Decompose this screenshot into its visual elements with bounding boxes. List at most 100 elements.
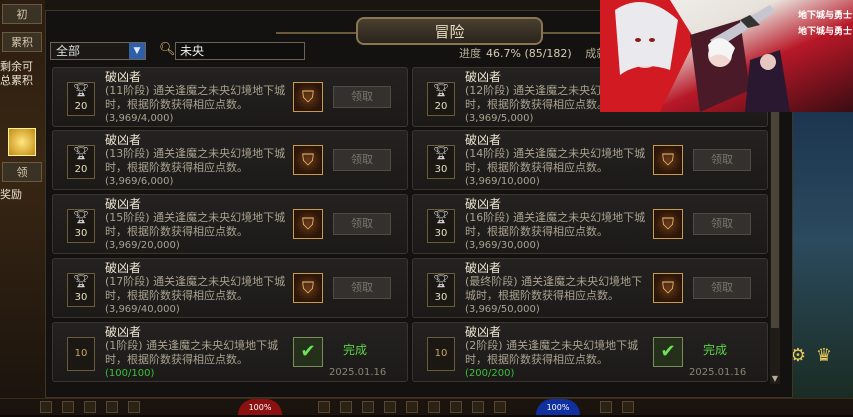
achievement-progress: (3,969/40,000): [105, 304, 180, 315]
achievement-name: 破凶者: [465, 325, 502, 339]
achievement-progress: (3,969/20,000): [105, 240, 180, 251]
achievement-description: (15阶段) 通关逢魔之未央幻境地下城时，根据阶数获得相应点数。: [105, 211, 286, 238]
claim-button[interactable]: 领取: [333, 213, 391, 235]
points-value: 30: [74, 228, 88, 239]
svg-text:地下城与勇士: 地下城与勇士: [798, 9, 852, 21]
left-tab-2[interactable]: 累积: [2, 32, 42, 52]
check-icon: ✔: [293, 337, 323, 367]
achievement-progress: (100/100): [105, 368, 155, 379]
points-badge: 10: [427, 337, 455, 371]
skill-slot[interactable]: [362, 401, 374, 413]
left-tab-1[interactable]: 初: [2, 4, 42, 24]
hotbar-slot[interactable]: [40, 401, 52, 413]
achievement-card: 🏆︎ 30 破凶者 (最终阶段) 通关逢魔之未央幻境地下城时，根据阶数获得相应点数。 (…: [412, 258, 768, 318]
completed-status: 完成: [343, 343, 368, 357]
achievement-description: (最终阶段) 通关逢魔之未央幻境地下城时，根据阶数获得相应点数。: [465, 275, 643, 302]
completion-date: 2025.01.16: [689, 367, 747, 378]
points-badge: 🏆︎ 30: [427, 145, 455, 179]
top-bar: [45, 0, 600, 10]
category-select[interactable]: 全部 ▼: [50, 42, 146, 60]
achievement-name: 破凶者: [105, 70, 142, 84]
reward-box-icon[interactable]: ⛉: [293, 273, 323, 303]
claim-button[interactable]: 领取: [333, 277, 391, 299]
reward-box-icon[interactable]: ⛉: [653, 209, 683, 239]
skill-slot[interactable]: [340, 401, 352, 413]
achievement-description: (16阶段) 通关逢魔之未央幻境地下城时，根据阶数获得相应点数。: [465, 211, 646, 238]
mp-orb: 100%: [536, 399, 580, 415]
achievement-description: (1阶段) 通关逢魔之未央幻境地下城时，根据阶数获得相应点数。: [105, 339, 279, 366]
skill-slot[interactable]: [406, 401, 418, 413]
achievement-name: 破凶者: [465, 70, 502, 84]
trophy-icon: 🏆︎: [432, 146, 450, 161]
points-value: 20: [434, 101, 448, 112]
search-input[interactable]: 未央: [175, 42, 305, 60]
chevron-down-icon[interactable]: ▼: [129, 43, 145, 59]
skill-slot[interactable]: [318, 401, 330, 413]
completion-date: 2025.01.16: [329, 367, 387, 378]
claim-button[interactable]: 领取: [693, 149, 751, 171]
points-value: 30: [434, 164, 448, 175]
skill-slot[interactable]: [450, 401, 462, 413]
achievement-name: 破凶者: [465, 133, 502, 147]
trophy-icon: 🏆︎: [72, 210, 90, 225]
progress-label: 进度: [459, 47, 481, 60]
achievement-card: 🏆︎ 30 破凶者 (16阶段) 通关逢魔之未央幻境地下城时，根据阶数获得相应点数。 (…: [412, 194, 768, 254]
hotbar-slot[interactable]: [62, 401, 74, 413]
achievement-name: 破凶者: [465, 261, 502, 275]
reward-box-icon[interactable]: ⛉: [653, 273, 683, 303]
claim-button[interactable]: 领取: [333, 86, 391, 108]
left-background-panel: 初 累积 剩余可 总累积 领 奖励: [0, 0, 45, 400]
left-text-2: 总累积: [0, 74, 33, 87]
completed-status: 完成: [703, 343, 728, 357]
crown-icon[interactable]: ♛: [814, 346, 834, 366]
achievement-progress: (3,969/50,000): [465, 304, 540, 315]
hotbar-slot[interactable]: [128, 401, 140, 413]
achievement-description: (17阶段) 通关逢魔之未央幻境地下城时，根据阶数获得相应点数。: [105, 275, 286, 302]
progress-value: 46.7% (85/182): [486, 47, 572, 60]
hotbar-slot[interactable]: [106, 401, 118, 413]
claim-button[interactable]: 领取: [693, 213, 751, 235]
achievement-description: (2阶段) 通关逢魔之未央幻境地下城时，根据阶数获得相应点数。: [465, 339, 639, 366]
claim-button[interactable]: 领取: [333, 149, 391, 171]
achievement-progress: (3,969/10,000): [465, 176, 540, 187]
points-badge: 🏆︎ 30: [67, 209, 95, 243]
achievement-progress: (3,969/5,000): [465, 113, 534, 124]
points-value: 10: [434, 348, 448, 359]
points-badge: 10: [67, 337, 95, 371]
achievement-name: 破凶者: [465, 197, 502, 211]
points-badge: 🏆︎ 30: [427, 273, 455, 307]
achievement-name: 破凶者: [105, 325, 142, 339]
points-value: 10: [74, 348, 88, 359]
achievement-name: 破凶者: [105, 261, 142, 275]
reward-box-icon[interactable]: ⛉: [293, 82, 323, 112]
trophy-icon: 🏆︎: [72, 83, 90, 98]
skill-slot[interactable]: [472, 401, 484, 413]
hotbar-slot[interactable]: [600, 401, 612, 413]
achievement-progress: (3,969/30,000): [465, 240, 540, 251]
skill-slot[interactable]: [428, 401, 440, 413]
hp-orb: 100%: [238, 399, 282, 415]
claim-button[interactable]: 领取: [693, 277, 751, 299]
reward-box-icon[interactable]: ⛉: [293, 209, 323, 239]
achievement-description: (13阶段) 通关逢魔之未央幻境地下城时，根据阶数获得相应点数。: [105, 147, 286, 174]
left-tab-3[interactable]: 领: [2, 162, 42, 182]
scrollbar[interactable]: ▼: [770, 64, 780, 384]
achievement-progress: (3,969/6,000): [105, 176, 174, 187]
hotbar-slot[interactable]: [84, 401, 96, 413]
skill-slot[interactable]: [384, 401, 396, 413]
title-ornament-right: [543, 32, 603, 34]
achievement-card: 🏆︎ 20 破凶者 (13阶段) 通关逢魔之未央幻境地下城时，根据阶数获得相应点数。 (…: [52, 130, 408, 190]
bottom-hotbar: 100% 100%: [0, 398, 853, 415]
scroll-down-arrow-icon[interactable]: ▼: [770, 374, 780, 384]
skill-slot[interactable]: [494, 401, 506, 413]
trophy-icon: 🏆︎: [432, 210, 450, 225]
check-icon: ✔: [653, 337, 683, 367]
reward-box-icon[interactable]: ⛉: [293, 145, 323, 175]
hotbar-slot[interactable]: [622, 401, 634, 413]
promo-banner-image: 地下城与勇士 地下城与勇士: [600, 0, 853, 112]
reward-box-icon[interactable]: ⛉: [653, 145, 683, 175]
progress-info: 进度 46.7% (85/182) 成就: [459, 45, 607, 61]
points-value: 30: [434, 228, 448, 239]
achievement-name: 破凶者: [105, 133, 142, 147]
achievement-card: 10 破凶者 (1阶段) 通关逢魔之未央幻境地下城时，根据阶数获得相应点数。 (100…: [52, 322, 408, 382]
